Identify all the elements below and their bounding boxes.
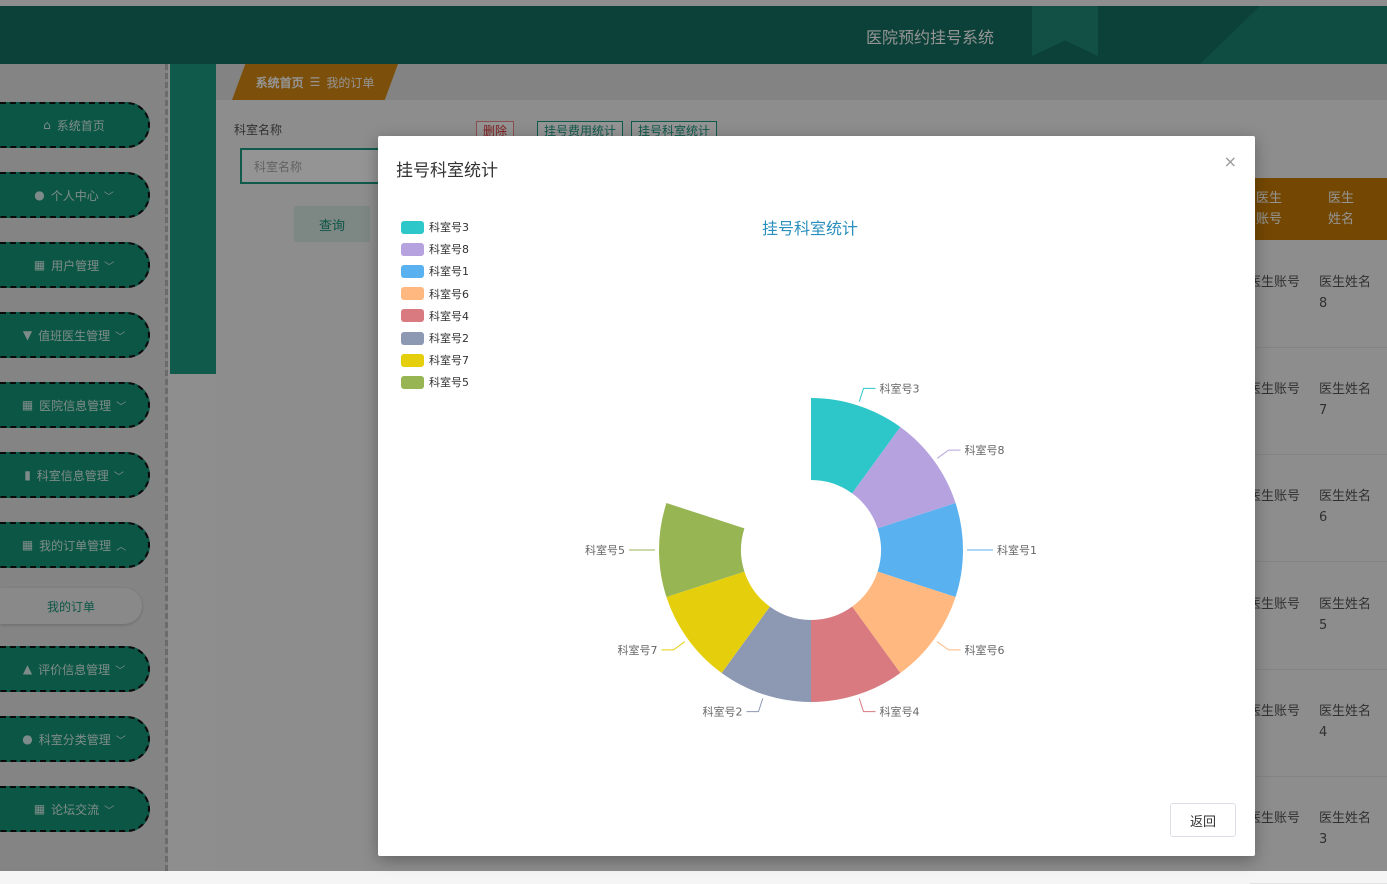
pie-chart: 科室号3 科室号8 科室号1 科室号6 科室号4 科室号2 科室号7 科室号5 [585, 381, 1037, 719]
pie-slice-label: 科室号8 [965, 443, 1005, 457]
pie-slice-label: 科室号6 [965, 643, 1005, 657]
pie-slice-label: 科室号1 [997, 543, 1037, 557]
pie-label-line [858, 698, 876, 713]
pie-slice-label: 科室号2 [702, 705, 742, 719]
pie-slice-label: 科室号3 [880, 381, 920, 395]
pie-label-line [858, 387, 876, 402]
pie-slice-label: 科室号5 [585, 543, 625, 557]
pie-label-line [746, 698, 764, 713]
pie-label-line [661, 641, 686, 651]
stats-modal: 挂号科室统计 × 挂号科室统计 科室号3 科室号8 科室号1 科室号6 科室号4 科室号2… [378, 136, 1255, 856]
pie-slice-label: 科室号4 [880, 705, 920, 719]
pie-slice-label: 科室号7 [617, 643, 657, 657]
pie-label-line [936, 641, 961, 651]
pie-label-line [936, 449, 961, 459]
return-button[interactable]: 返回 [1170, 803, 1236, 837]
